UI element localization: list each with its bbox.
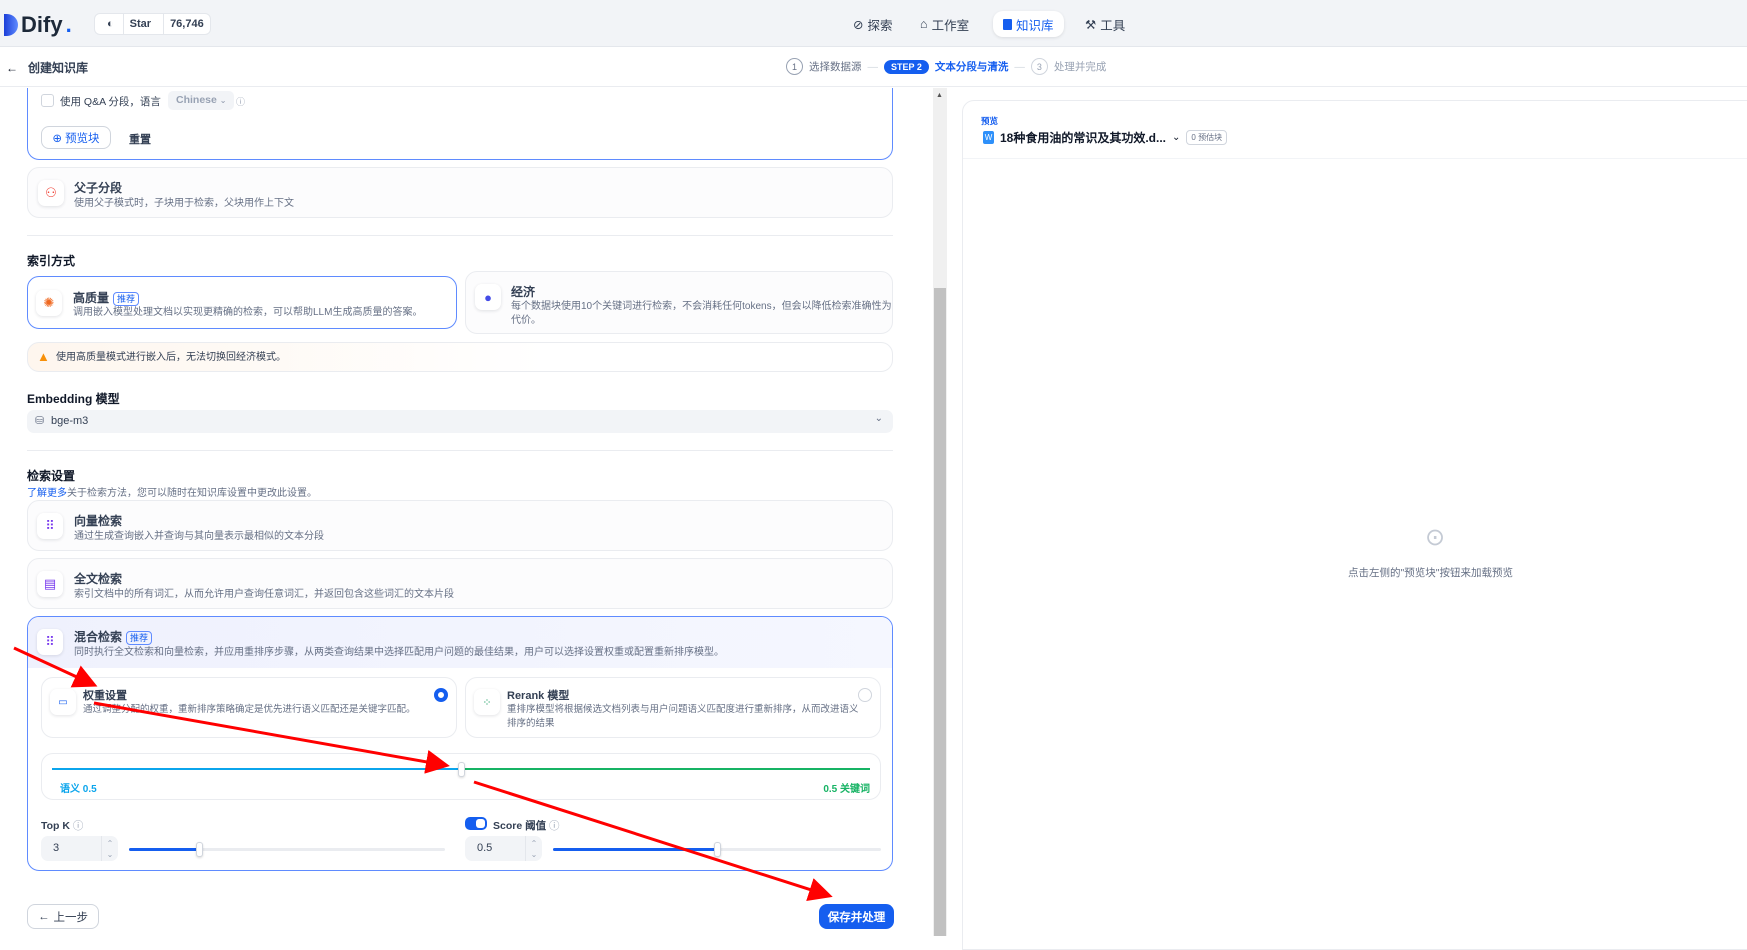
score-threshold-label: Score 阈值 [493,820,547,832]
parent-child-card[interactable]: ⚇ 父子分段 使用父子模式时，子块用于检索，父块用作上下文 [27,167,893,218]
github-icon: ◐ [107,18,114,30]
step-2-badge: STEP 2 [884,59,929,74]
score-threshold-toggle[interactable] [465,817,487,830]
chevron-down-icon: ⌄ [219,96,227,105]
file-selector[interactable]: W 18种食用油的常识及其功效.d... ⌄ 0 预估块 [983,129,1228,146]
hammer-icon: ⚒ [1085,17,1097,32]
nav-studio[interactable]: ⌂ 工作室 [910,11,979,37]
compass-icon: ⊘ [853,17,864,32]
index-section-title: 索引方式 [27,254,76,268]
help-icon[interactable]: ⓘ [549,820,560,832]
settings-panel: 使用 Q&A 分段，语言 Chinese ⌄ ⓘ ⊕ 预览块 重置 ⚇ 父子分段 … [0,88,933,936]
scrollbar[interactable]: ▲ [933,88,947,936]
preview-magnifier-icon: ⊙ [1425,524,1446,551]
star-count: 76,746 [163,14,210,34]
fulltext-search-option[interactable]: ▤ 全文检索 索引文档中的所有词汇，从而允许用户查询任意词汇，并返回包含这些词汇… [27,558,893,609]
semantic-weight-label: 语义 0.5 [60,784,97,795]
back-button[interactable]: ← 创建知识库 [6,59,88,76]
reset-button[interactable]: 重置 [129,131,151,147]
weight-slider-box: 语义 0.5 0.5 关键词 [41,753,881,800]
divider [27,450,893,451]
scrollbar-thumb[interactable] [934,288,946,936]
scroll-up-arrow[interactable]: ▲ [936,92,943,99]
document-search-icon: ▤ [37,571,63,597]
economy-option[interactable]: ● 经济 每个数据块使用10个关键词进行检索，不会消耗任何tokens，但会以降… [465,271,893,334]
high-quality-option[interactable]: ✺ 高质量 推荐 调用嵌入模型处理文档以实现更精确的检索，可以帮助LLM生成高质量… [27,276,457,329]
word-file-icon: W [983,131,994,144]
warning-icon: ▲ [37,349,50,364]
retrieval-section-title: 检索设置 [27,469,76,483]
qa-label: 使用 Q&A 分段，语言 [60,96,161,108]
hybrid-search-option[interactable]: ⠿ 混合检索 推荐 同时执行全文检索和向量检索，并应用重排序步骤，从两类查询结果中… [27,616,893,871]
score-threshold-slider[interactable] [553,842,881,857]
book-icon [1003,18,1012,30]
model-icon: ⛁ [35,415,45,427]
nav-explore[interactable]: ⊘ 探索 [843,11,903,37]
parent-child-icon: ⚇ [38,180,64,206]
warning-banner: ▲ 使用高质量模式进行嵌入后，无法切换回经济模式。 [27,342,893,372]
stepper-arrows[interactable]: ⌃ ⌄ [101,836,118,861]
empty-preview-hint: 点击左侧的"预览块"按钮来加载预览 [1348,567,1513,579]
score-threshold-input[interactable]: 0.5 ⌃ ⌄ [465,836,542,861]
top-header: Dify. ◐ Star 76,746 ⊘ 探索 ⌂ 工作室 知识库 ⚒ 工具 [0,0,1747,47]
arrow-left-icon: ← [38,910,50,923]
score-slider-thumb[interactable] [714,842,721,857]
weight-slider[interactable] [52,762,870,777]
nav-tools[interactable]: ⚒ 工具 [1075,11,1135,37]
high-quality-icon: ✺ [36,290,62,316]
step-3-label: 处理并完成 [1053,61,1107,73]
step-bar: ← 创建知识库 1 选择数据源 — STEP 2 文本分段与清洗 — 3 处理并完… [0,47,1747,87]
vector-search-option[interactable]: ⠿ 向量检索 通过生成查询嵌入并查询与其向量表示最相似的文本分段 [27,500,893,551]
github-star-button[interactable]: ◐ Star 76,746 [94,13,211,35]
rerank-icon: ⁘ [474,689,500,715]
weight-settings-option[interactable]: ▭ 权重设置 通过调整分配的权重，重新排序策略确定是优先进行语义匹配还是关键字匹… [41,677,457,738]
learn-more-link[interactable]: 了解更多 [27,488,67,499]
rerank-model-option[interactable]: ⁘ Rerank 模型 重排序模型将根据候选文档列表与用户问题语义匹配度进行重新… [465,677,881,738]
preview-label: 预览 [981,116,999,126]
help-icon[interactable]: ⓘ [236,95,245,108]
chevron-down-icon: ⌄ [1172,132,1181,143]
previous-step-button[interactable]: ← 上一步 [27,904,99,929]
step-1-number: 1 [786,58,803,75]
chevron-down-icon: ⌄ [874,413,883,424]
grid-icon: ⠿ [37,629,63,655]
qa-checkbox[interactable] [41,94,54,107]
weight-radio[interactable] [434,688,448,702]
stepper: 1 选择数据源 — STEP 2 文本分段与清洗 — 3 处理并完成 [786,58,1106,75]
nav-knowledge[interactable]: 知识库 [993,11,1064,37]
recommended-badge: 推荐 [113,292,140,306]
step-2-label: 文本分段与清洗 [934,61,1009,73]
recommended-badge: 推荐 [126,631,153,645]
embedding-model-select[interactable]: ⛁ bge-m3 ⌄ [27,410,893,433]
step-3-number: 3 [1030,58,1048,75]
top-k-label: Top K [41,820,70,832]
weight-icon: ▭ [50,689,76,715]
dify-logo[interactable]: Dify. [4,12,72,38]
top-k-slider-thumb[interactable] [195,842,203,857]
top-k-input[interactable]: 3 ⌃ ⌄ [41,836,118,861]
arrow-left-icon: ← [6,60,18,75]
save-and-process-button[interactable]: 保存并处理 [819,904,894,929]
robot-icon: ⌂ [920,17,928,31]
stepper-arrows[interactable]: ⌃ ⌄ [525,836,542,861]
keyword-weight-label: 0.5 关键词 [823,784,870,795]
help-icon[interactable]: ⓘ [73,820,84,832]
chunk-count-badge: 0 预估块 [1186,130,1228,145]
weight-slider-thumb[interactable] [458,762,465,777]
step-1-label: 选择数据源 [809,61,862,73]
rerank-radio[interactable] [858,688,872,702]
preview-chunks-button[interactable]: ⊕ 预览块 [41,126,111,149]
embedding-label: Embedding 模型 [27,392,120,406]
top-k-slider[interactable] [129,842,445,857]
divider [27,235,893,236]
piggy-bank-icon: ● [475,284,501,310]
search-icon: ⊕ [52,132,63,145]
preview-panel: 预览 W 18种食用油的常识及其功效.d... ⌄ 0 预估块 ⊙ 点击左侧的"… [962,100,1747,950]
language-select[interactable]: Chinese ⌄ [168,91,235,110]
grid-icon: ⠿ [37,513,63,539]
